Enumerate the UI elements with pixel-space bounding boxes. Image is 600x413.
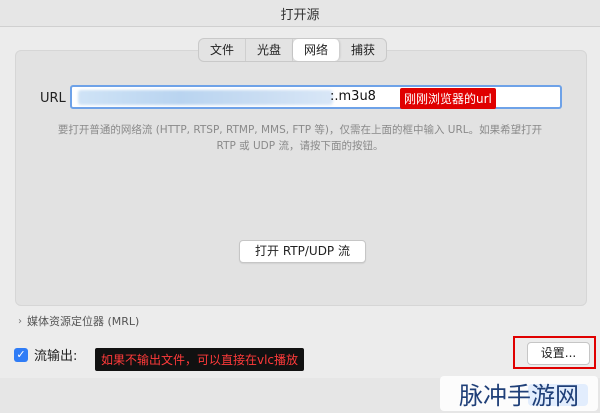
hint-line-1: 要打开普通的网络流 (HTTP, RTSP, RTMP, MMS, FTP 等)… <box>57 124 543 136</box>
chevron-right-icon: › <box>18 315 22 327</box>
mrl-label: 媒体资源定位器 (MRL) <box>27 315 140 328</box>
tab-file[interactable]: 文件 <box>199 39 247 61</box>
url-visible-tail: :.m3u8 <box>330 89 376 104</box>
tab-network[interactable]: 网络 <box>293 39 341 61</box>
stream-annotation: 如果不输出文件，可以直接在vlc播放 <box>95 348 305 371</box>
settings-button[interactable]: 设置... <box>527 342 590 365</box>
url-redacted-text <box>78 90 333 105</box>
tab-disc[interactable]: 光盘 <box>246 39 294 61</box>
mrl-disclosure[interactable]: › 媒体资源定位器 (MRL) <box>18 313 139 329</box>
checkmark-icon: ✓ <box>16 348 26 361</box>
hint-line-2: RTP 或 UDP 流，请按下面的按钮。 <box>216 140 384 152</box>
window-titlebar: 打开源 <box>0 0 600 27</box>
stream-output-row: ✓ 流输出: <box>14 345 77 364</box>
open-rtp-udp-button[interactable]: 打开 RTP/UDP 流 <box>239 240 366 263</box>
stream-output-label: 流输出: <box>34 349 78 364</box>
source-tabs: 文件 光盘 网络 捕获 <box>198 38 388 62</box>
stream-output-checkbox[interactable]: ✓ <box>14 347 28 362</box>
watermark: 脉冲手游网 <box>440 376 598 411</box>
url-label: URL <box>40 91 66 106</box>
tab-capture[interactable]: 捕获 <box>340 39 386 61</box>
network-hint: 要打开普通的网络流 (HTTP, RTSP, RTMP, MMS, FTP 等)… <box>40 122 560 154</box>
url-annotation: 刚刚浏览器的url <box>400 88 496 109</box>
window-title: 打开源 <box>280 7 320 23</box>
